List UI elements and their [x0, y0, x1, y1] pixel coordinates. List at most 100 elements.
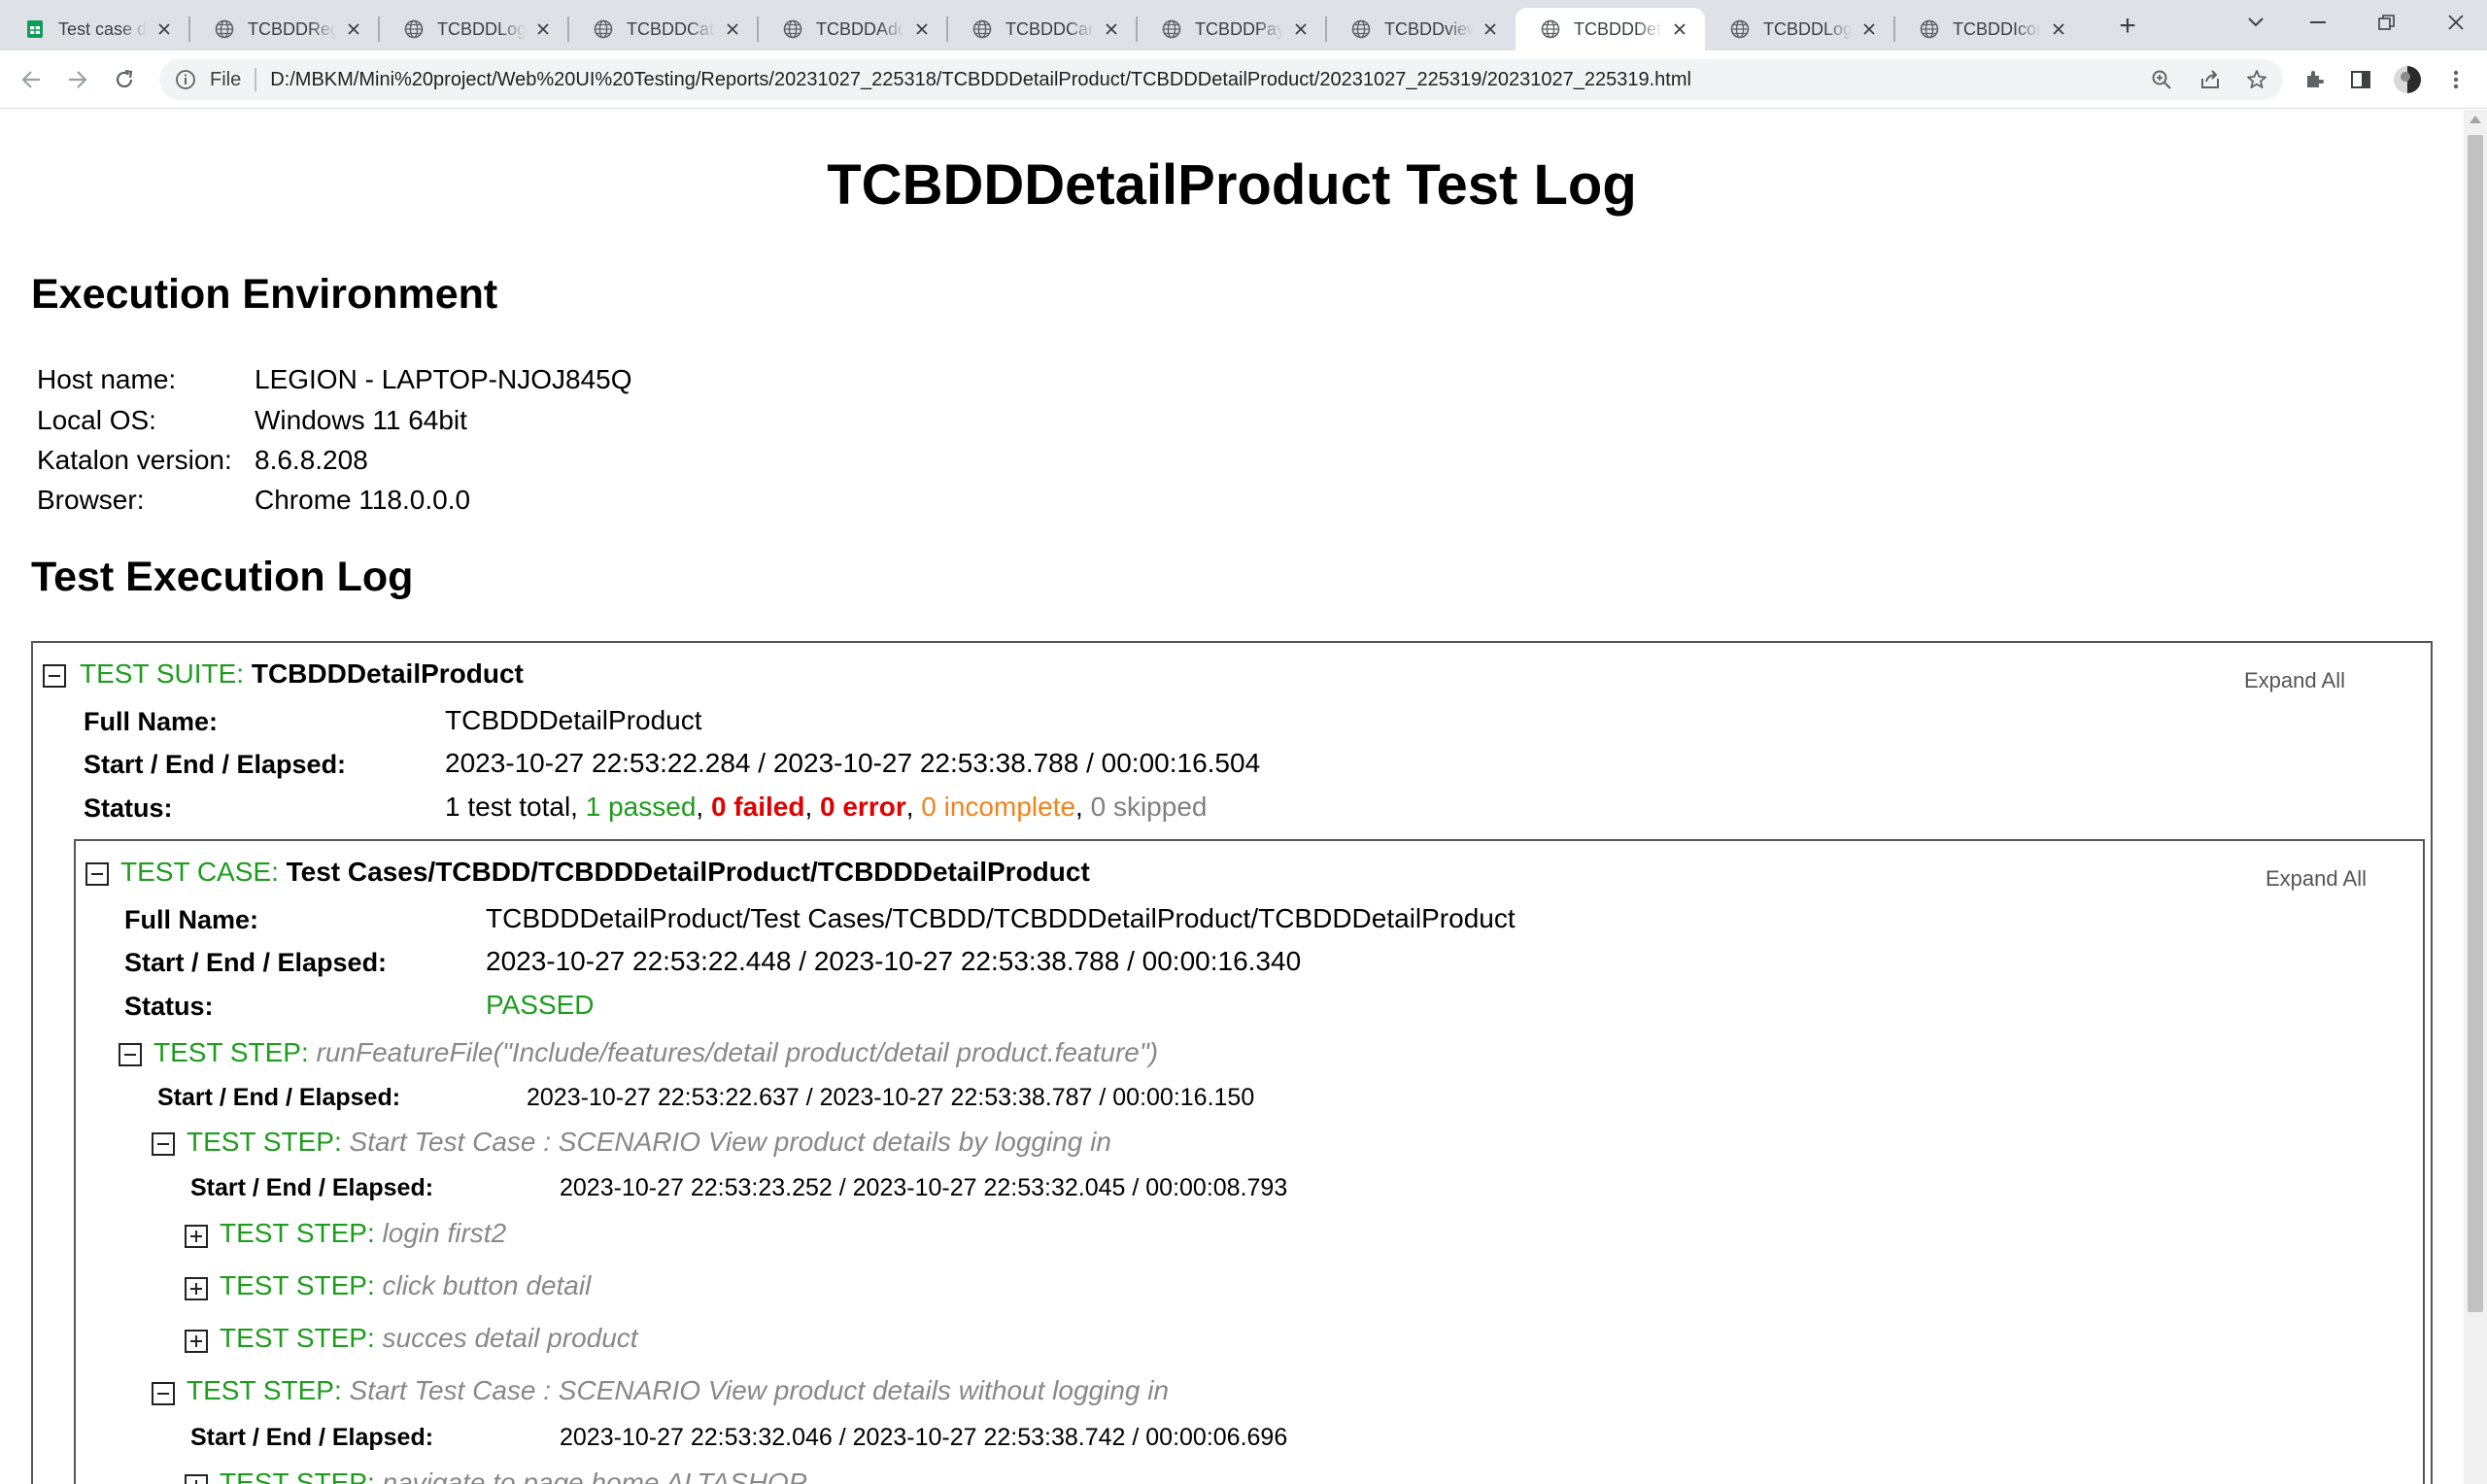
step-name: Start Test Case : SCENARIO View product … — [349, 1127, 1111, 1157]
case-time-label: Start / End / Elapsed: — [124, 948, 388, 977]
address-bar[interactable]: File D:/MBKM/Mini%20project/Web%20UI%20T… — [159, 59, 2283, 100]
expand-step-icon[interactable] — [185, 1330, 208, 1353]
extensions-icon[interactable] — [2297, 62, 2332, 97]
close-tab-icon[interactable] — [342, 17, 365, 41]
case-expand-all-link[interactable]: Expand All — [2266, 866, 2367, 892]
expand-step-icon[interactable] — [185, 1474, 208, 1484]
close-window-icon[interactable] — [2436, 6, 2475, 39]
minimize-icon[interactable] — [2300, 6, 2338, 39]
globe-icon — [215, 19, 234, 39]
info-icon[interactable] — [173, 67, 198, 92]
suite-expand-all-link[interactable]: Expand All — [2244, 668, 2345, 693]
step-prefix: TEST STEP: — [220, 1467, 375, 1484]
step-prefix: TEST STEP: — [220, 1270, 375, 1300]
profile-avatar[interactable] — [2390, 62, 2425, 97]
browser-tab[interactable]: TCBDDCate — [568, 8, 758, 51]
tab-search-icon[interactable] — [2236, 6, 2275, 39]
status-total: 1 test total, — [445, 792, 578, 822]
step-prefix: TEST STEP: — [153, 1037, 309, 1067]
tab-title: TCBDDIcon — [1953, 18, 2041, 39]
bookmark-star-icon[interactable] — [2240, 59, 2273, 100]
scroll-up-icon[interactable] — [2470, 116, 2481, 123]
tab-title: TCBDDCart — [1005, 18, 1094, 39]
side-panel-icon[interactable] — [2343, 62, 2378, 97]
url-text[interactable]: D:/MBKM/Mini%20project/Web%20UI%20Testin… — [270, 69, 1691, 91]
reload-icon[interactable] — [107, 62, 142, 97]
close-tab-icon[interactable] — [531, 17, 555, 41]
close-tab-icon[interactable] — [910, 17, 934, 41]
log-heading: Test Execution Log — [31, 554, 414, 600]
forward-icon[interactable] — [60, 62, 95, 97]
restore-icon[interactable] — [2368, 6, 2406, 39]
env-label: Browser: — [37, 485, 145, 515]
env-row: Host name: LEGION - LAPTOP-NJOJ845Q — [37, 364, 632, 395]
close-tab-icon[interactable] — [1479, 17, 1502, 41]
env-value: Windows 11 64bit — [255, 405, 467, 435]
close-tab-icon[interactable] — [721, 17, 744, 41]
collapse-case-icon[interactable] — [85, 862, 109, 886]
env-value: LEGION - LAPTOP-NJOJ845Q — [255, 364, 632, 394]
browser-tab[interactable]: TCBDDPaym — [1137, 8, 1326, 51]
step-name: click button detail — [382, 1270, 592, 1300]
expand-step-icon[interactable] — [185, 1225, 208, 1248]
globe-icon — [404, 19, 424, 39]
browser-tab[interactable]: TCBDDLogi — [379, 8, 568, 51]
close-tab-icon[interactable] — [2047, 17, 2070, 41]
collapse-step-icon[interactable] — [152, 1132, 175, 1156]
suite-full-name: TCBDDDetailProduct — [445, 705, 702, 735]
suite-time: 2023-10-27 22:53:22.284 / 2023-10-27 22:… — [445, 748, 1261, 778]
env-label: Katalon version: — [37, 445, 232, 475]
share-icon[interactable] — [2194, 59, 2227, 100]
collapse-step-icon[interactable] — [152, 1382, 175, 1405]
menu-icon[interactable] — [2438, 62, 2473, 97]
browser-tab[interactable]: Test case de — [0, 8, 189, 51]
step-prefix: TEST STEP: — [187, 1127, 342, 1157]
back-icon[interactable] — [14, 62, 49, 97]
scheme-label: File — [210, 68, 242, 90]
case-full-name-label: Full Name: — [124, 905, 259, 934]
step-prefix: TEST STEP: — [220, 1323, 375, 1353]
zoom-icon[interactable] — [2145, 59, 2178, 100]
close-tab-icon[interactable] — [1668, 17, 1691, 41]
step-prefix: TEST STEP: — [220, 1218, 375, 1248]
case-status-label: Status: — [124, 992, 214, 1021]
close-tab-icon[interactable] — [1100, 17, 1123, 41]
suite-status-label: Status: — [84, 793, 173, 823]
step-name: Start Test Case : SCENARIO View product … — [349, 1375, 1170, 1405]
vertical-scrollbar[interactable] — [2464, 110, 2487, 1484]
browser-tab[interactable]: TCBDDLogo — [1705, 8, 1894, 51]
close-tab-icon[interactable] — [1289, 17, 1312, 41]
case-prefix: TEST CASE: — [120, 857, 279, 887]
browser-tab[interactable]: TCBDDCart — [947, 8, 1137, 51]
step-time: 2023-10-27 22:53:22.637 / 2023-10-27 22:… — [527, 1084, 1255, 1111]
step-time-label: Start / End / Elapsed: — [157, 1084, 401, 1111]
collapse-step-icon[interactable] — [119, 1043, 142, 1066]
collapse-suite-icon[interactable] — [43, 664, 66, 688]
tab-title: TCBDDLogo — [1763, 18, 1852, 39]
env-label: Local OS: — [37, 405, 156, 435]
scrollbar-thumb[interactable] — [2468, 135, 2483, 1312]
step-time-label: Start / End / Elapsed: — [190, 1174, 434, 1201]
tab-title: TCBDDPaym — [1195, 18, 1283, 39]
globe-icon — [783, 19, 802, 39]
report-page: TCBDDDetailProduct Test Log Execution En… — [0, 110, 2464, 1484]
env-heading: Execution Environment — [31, 271, 498, 318]
new-tab-button[interactable]: + — [2110, 10, 2145, 45]
close-tab-icon[interactable] — [153, 17, 176, 41]
browser-tab[interactable]: TCBDDDeta — [1516, 8, 1705, 51]
case-full-name: TCBDDDetailProduct/Test Cases/TCBDD/TCBD… — [486, 903, 1516, 933]
expand-step-icon[interactable] — [185, 1277, 208, 1300]
browser-tab[interactable]: TCBDDview — [1326, 8, 1516, 51]
browser-tab[interactable]: TCBDDAdd — [758, 8, 947, 51]
browser-tab[interactable]: TCBDDRegi — [189, 8, 379, 51]
tab-title: TCBDDview — [1384, 18, 1473, 39]
browser-tab[interactable]: TCBDDIcon — [1894, 8, 2084, 51]
case-name: Test Cases/TCBDD/TCBDDDetailProduct/TCBD… — [286, 857, 1090, 887]
env-row: Browser: Chrome 118.0.0.0 — [37, 485, 470, 516]
close-tab-icon[interactable] — [1857, 17, 1881, 41]
status-passed: 1 passed — [585, 792, 697, 822]
test-suite-panel: TEST SUITE: TCBDDDetailProduct Expand Al… — [31, 641, 2433, 1484]
tab-title: TCBDDRegi — [248, 18, 336, 39]
step-time: 2023-10-27 22:53:32.046 / 2023-10-27 22:… — [560, 1424, 1288, 1451]
tab-title: TCBDDLogi — [437, 18, 526, 39]
